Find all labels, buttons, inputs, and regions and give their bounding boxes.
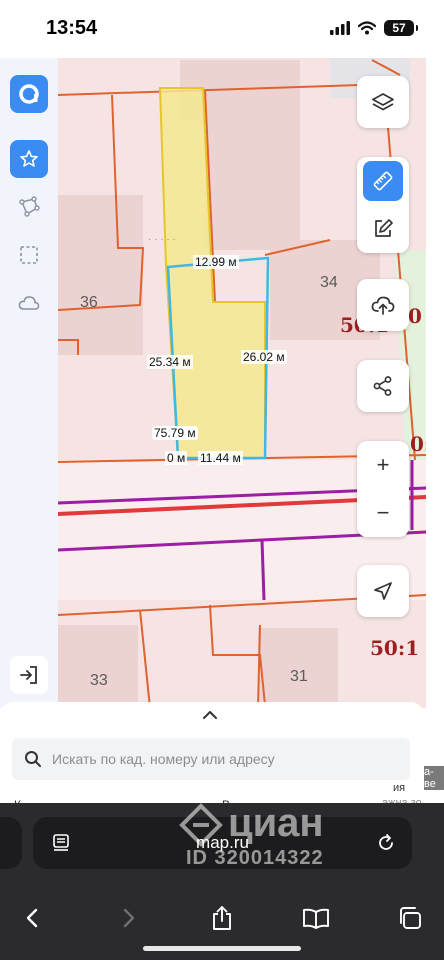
cadastral-label-mid: 0:	[410, 432, 426, 456]
parcel-number-31: 31	[290, 668, 308, 685]
measure-top: 12.99 м	[193, 255, 239, 269]
measure-bottom: 11.44 м	[198, 451, 243, 465]
status-time: 13:54	[46, 17, 98, 39]
measure-bottom-zero: 0 м	[165, 451, 188, 465]
search-panel: Искать по кад. номеру или адресу	[0, 702, 424, 812]
battery-indicator: 57	[384, 20, 418, 36]
reload-icon[interactable]	[376, 833, 396, 853]
upload-button[interactable]	[357, 279, 409, 331]
zoom-in-button[interactable]: +	[357, 441, 409, 489]
watermark-id: ID 320014322	[186, 847, 324, 869]
cloud-upload-icon	[371, 296, 395, 315]
peek-text-right-2: ия	[393, 782, 406, 794]
cloud-icon[interactable]	[10, 284, 48, 322]
cellular-signal-icon	[330, 21, 350, 35]
edit-icon	[375, 219, 393, 237]
back-icon[interactable]	[13, 898, 53, 938]
home-indicator	[143, 946, 301, 951]
share-icon	[373, 376, 392, 396]
status-bar: 13:54 57	[0, 0, 444, 58]
layers-icon	[372, 93, 394, 111]
edit-button[interactable]	[357, 205, 409, 253]
parcel-number-36: 36	[80, 294, 98, 311]
ruler-button[interactable]	[357, 157, 409, 205]
logout-icon[interactable]	[10, 656, 48, 694]
search-input[interactable]: Искать по кад. номеру или адресу	[12, 738, 410, 780]
logo-icon[interactable]	[10, 75, 48, 113]
share-button[interactable]	[357, 360, 409, 412]
status-icons: 57	[330, 20, 418, 36]
search-placeholder: Искать по кад. номеру или адресу	[52, 751, 275, 767]
locate-button[interactable]	[357, 565, 409, 617]
cadastral-label-bottom: 50:1	[370, 636, 420, 660]
bookmarks-icon[interactable]	[296, 898, 336, 938]
ruler-icon	[363, 161, 403, 201]
forward-icon[interactable]	[108, 898, 148, 938]
battery-level: 57	[392, 21, 406, 35]
measure-right: 26.02 м	[241, 350, 287, 364]
search-icon	[25, 751, 41, 767]
peek-text-right-1: а-ве	[424, 766, 444, 790]
zoom-out-button[interactable]: −	[357, 489, 409, 537]
chevron-up-icon[interactable]	[200, 708, 220, 727]
watermark-logo-icon	[178, 802, 224, 853]
measure-area: 75.79 м	[152, 426, 198, 440]
sidebar	[0, 58, 58, 708]
selection-icon[interactable]	[10, 236, 48, 274]
layers-button[interactable]	[357, 76, 409, 128]
measure-left: 25.34 м	[147, 355, 193, 369]
parcel-number-34: 34	[320, 274, 338, 291]
map-dots: · · · · ·	[148, 234, 176, 245]
zoom-group: + −	[357, 441, 409, 537]
tabs-icon[interactable]	[390, 898, 430, 938]
wifi-icon	[358, 21, 376, 35]
polygon-tool-icon[interactable]	[10, 188, 48, 226]
previous-tab-preview[interactable]	[0, 817, 22, 869]
share-sheet-icon[interactable]	[202, 898, 242, 938]
tools-group	[357, 157, 409, 253]
cadastral-label-top-tail: 0	[408, 304, 422, 328]
watermark-text: циан	[228, 801, 324, 845]
parcel-number-33: 33	[90, 672, 108, 689]
navigation-arrow-icon	[374, 582, 392, 600]
star-icon[interactable]	[10, 140, 48, 178]
